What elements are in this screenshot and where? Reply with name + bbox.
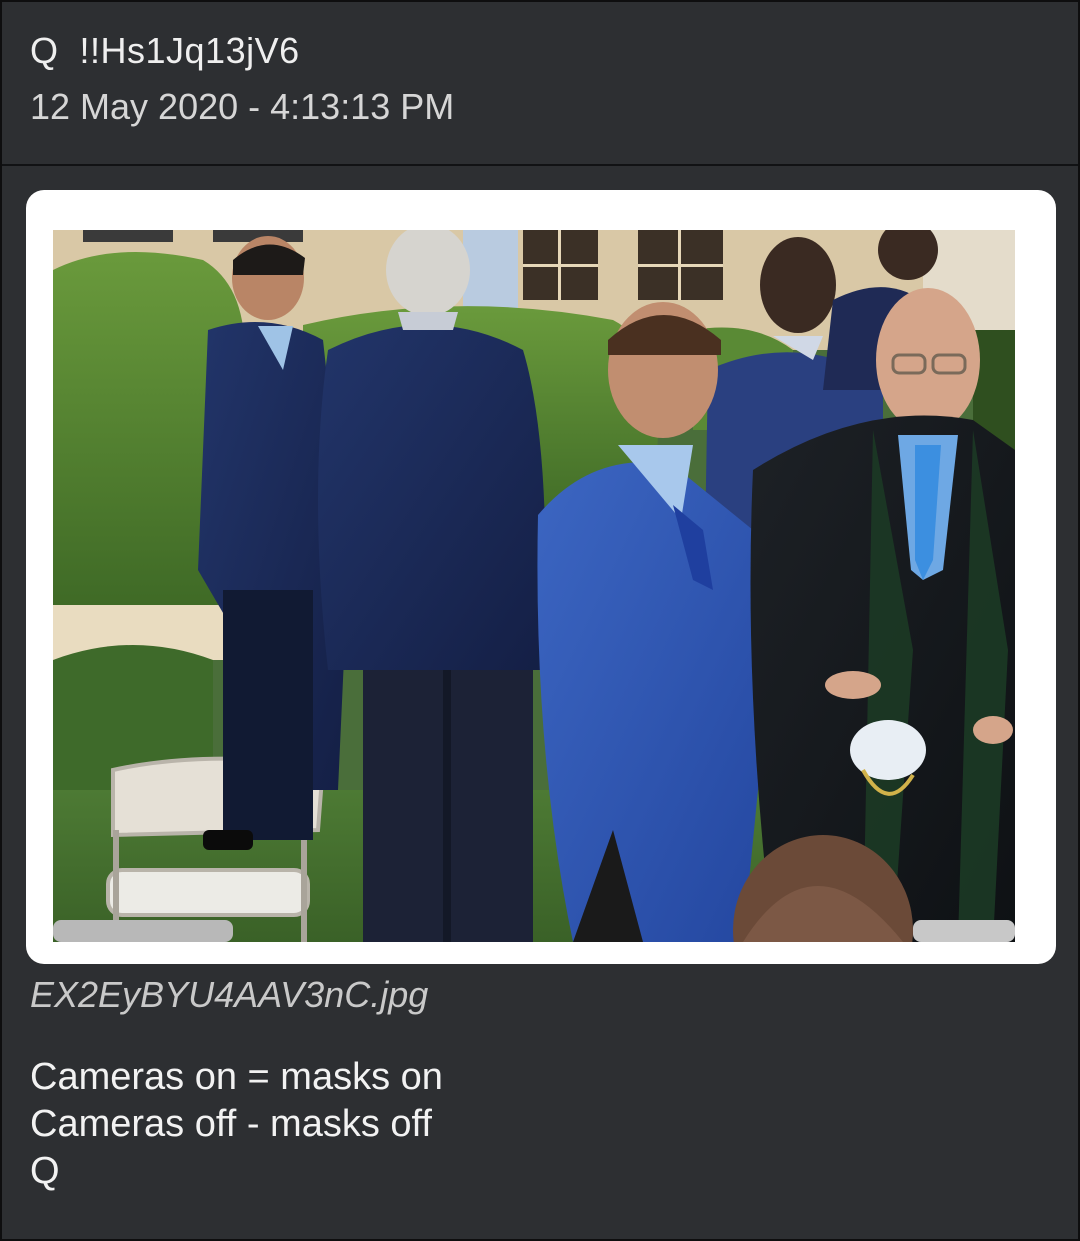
attachment-photo[interactable] [53, 230, 1015, 942]
post-author: Q !!Hs1Jq13jV6 [30, 30, 300, 71]
post-timestamp: 12 May 2020 - 4:13:13 PM [30, 86, 455, 127]
post-body: Cameras on = masks on Cameras off - mask… [30, 1054, 443, 1195]
post-body-line: Cameras on = masks on [30, 1056, 443, 1098]
post-header: Q !!Hs1Jq13jV6 12 May 2020 - 4:13:13 PM [2, 2, 1078, 166]
post-body-line: Cameras off - masks off [30, 1103, 432, 1145]
attachment-image-card[interactable] [26, 190, 1056, 964]
post-signature: Q [30, 1150, 60, 1192]
post-container: Q !!Hs1Jq13jV6 12 May 2020 - 4:13:13 PM [0, 0, 1080, 1241]
photo-illustration [53, 230, 1015, 942]
attachment-filename[interactable]: EX2EyBYU4AAV3nC.jpg [30, 974, 428, 1016]
